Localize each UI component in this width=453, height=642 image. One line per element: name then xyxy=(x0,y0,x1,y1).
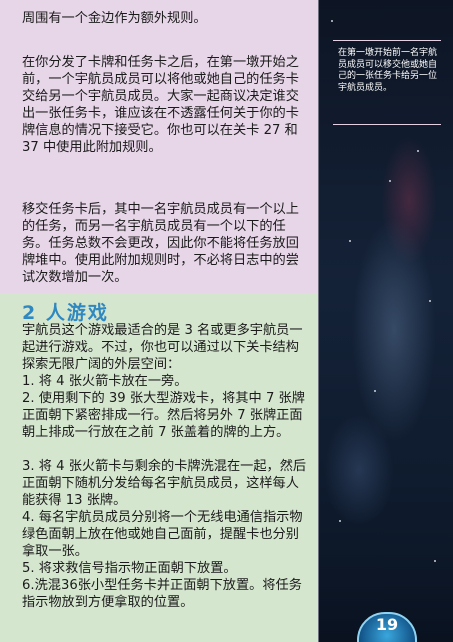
space-sidebar: 在第一墩开始前一名宇航员成员可以移交他或她自己的一张任务卡给另一位宇航员成员。 … xyxy=(319,0,453,642)
intro-rule-text: 周围有一个金边作为额外规则。 xyxy=(22,11,207,26)
section-heading: 2 人游戏 xyxy=(22,302,109,324)
step-2: 2. 使用剩下的 39 张大型游戏卡，将其中 7 张牌正面朝下紧密排成一行。然后… xyxy=(22,391,305,440)
star-decoration xyxy=(331,20,333,22)
main-column: 周围有一个金边作为额外规则。 在你分发了卡牌和任务卡之后，在第一墩开始之前，一个… xyxy=(0,0,319,642)
page-number: 19 xyxy=(375,615,399,634)
step-1: 1. 将 4 张火箭卡放在一旁。 xyxy=(22,374,188,389)
star-decoration xyxy=(349,240,351,242)
step-3: 3. 将 4 张火箭卡与剩余的卡牌洗混在一起，然后正面朝下随机分发给每名宇航员成… xyxy=(22,459,307,508)
star-decoration xyxy=(417,150,419,152)
rule-paragraph-2: 移交任务卡后，其中一名宇航员成员有一个以上的任务，而另一名宇航员成员有一个以下的… xyxy=(22,202,299,285)
step-5: 5. 将求救信号指示物正面朝下放置。 xyxy=(22,561,237,576)
star-decoration xyxy=(374,390,376,392)
step-6: 6.洗混36张小型任务卡并正面朝下放置。将任务指示物放到方便拿取的位置。 xyxy=(22,578,302,610)
star-decoration xyxy=(389,180,391,182)
star-decoration xyxy=(434,560,436,562)
star-decoration xyxy=(429,300,431,302)
section-intro: 宇航员这个游戏最适合的是 3 名或更多宇航员一起进行游戏。不过，你也可以通过以下… xyxy=(22,323,303,372)
star-decoration xyxy=(339,520,341,522)
note-bottom-rule xyxy=(333,124,441,125)
extra-rule-section: 周围有一个金边作为额外规则。 在你分发了卡牌和任务卡之后，在第一墩开始之前，一个… xyxy=(0,0,318,293)
note-top-rule xyxy=(333,40,441,41)
rulebook-page: 周围有一个金边作为额外规则。 在你分发了卡牌和任务卡之后，在第一墩开始之前，一个… xyxy=(0,0,453,642)
step-4: 4. 每名宇航员成员分别将一个无线电通信指示物绿色面朝上放在他或她自己面前，提醒… xyxy=(22,510,303,559)
rule-paragraph-1: 在你分发了卡牌和任务卡之后，在第一墩开始之前，一个宇航员成员可以将他或她自己的任… xyxy=(22,55,299,155)
sidebar-note: 在第一墩开始前一名宇航员成员可以移交他或她自己的一张任务卡给另一位宇航员成员。 xyxy=(338,48,438,93)
